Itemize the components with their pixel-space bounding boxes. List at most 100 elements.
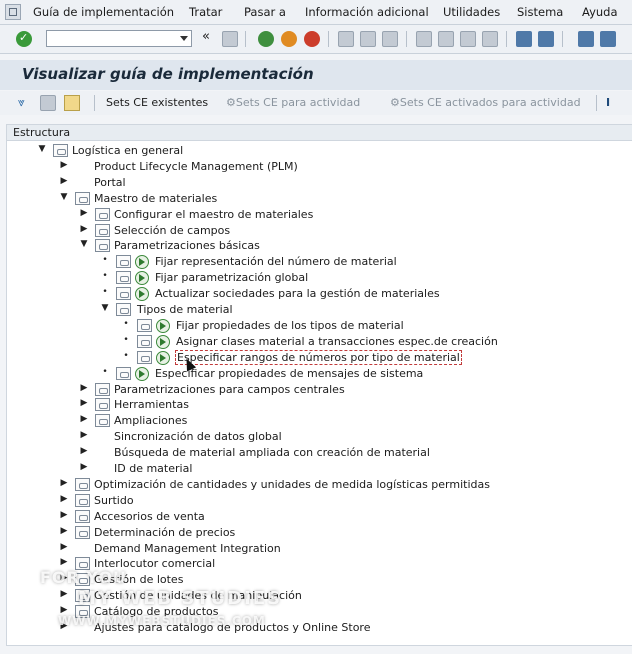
tree-node-label[interactable]: Ajustes para catálogo de productos y Onl…	[94, 621, 370, 634]
new-session-icon[interactable]	[516, 31, 532, 47]
tree-node-label[interactable]: Búsqueda de material ampliada con creaci…	[114, 446, 430, 459]
layout-menu-icon[interactable]	[600, 31, 616, 47]
tree-row[interactable]: • Fijar parametrización global	[7, 270, 632, 286]
double-chevron-left-icon[interactable]: «	[202, 29, 218, 45]
tree-row[interactable]: ▶ Gestión de lotes	[7, 572, 632, 588]
documentation-glasses-icon[interactable]	[75, 525, 90, 539]
tree-row[interactable]: ▶ Interlocutor comercial	[7, 556, 632, 572]
documentation-glasses-icon[interactable]	[75, 573, 90, 587]
documentation-glasses-icon[interactable]	[75, 191, 90, 205]
documentation-glasses-icon[interactable]	[95, 398, 110, 412]
execute-activity-icon[interactable]	[156, 334, 170, 349]
find-icon[interactable]	[360, 31, 376, 47]
collapse-node-icon[interactable]: ▼	[37, 144, 47, 154]
tree-row[interactable]: ▶ Búsqueda de material ampliada con creac…	[7, 445, 632, 461]
documentation-glasses-icon[interactable]	[95, 239, 110, 253]
tree-node-label[interactable]: Interlocutor comercial	[94, 557, 215, 570]
tree-row[interactable]: ▶ Configurar el maestro de materiales	[7, 207, 632, 223]
print-icon[interactable]	[338, 31, 354, 47]
tree-row[interactable]: ▶ Sincronización de datos global	[7, 429, 632, 445]
expand-node-icon[interactable]: ▶	[59, 605, 69, 615]
tree-node-label[interactable]: Actualizar sociedades para la gestión de…	[155, 287, 440, 300]
execute-activity-icon[interactable]	[135, 255, 149, 270]
info-button[interactable]: I	[606, 96, 610, 109]
chevron-down-icon[interactable]	[180, 36, 188, 41]
cancel-icon[interactable]	[304, 31, 320, 47]
documentation-glasses-icon[interactable]	[75, 509, 90, 523]
expand-node-icon[interactable]: ▶	[59, 557, 69, 567]
tree-row[interactable]: ▶ Product Lifecycle Management (PLM)	[7, 159, 632, 175]
documentation-glasses-icon[interactable]	[116, 255, 131, 269]
documentation-glasses-icon[interactable]	[116, 287, 131, 301]
tree-row[interactable]: ▶ Selección de campos	[7, 223, 632, 239]
expand-node-icon[interactable]: ▶	[79, 383, 89, 393]
tree-node-label[interactable]: Selección de campos	[114, 224, 230, 237]
expand-node-icon[interactable]: ▶	[79, 446, 89, 456]
tree-node-label[interactable]: Gestión de lotes	[94, 573, 183, 586]
expand-node-icon[interactable]: ▶	[59, 621, 69, 631]
tree-row[interactable]: • Especificar rangos de números por tipo …	[7, 349, 632, 366]
first-page-icon[interactable]	[416, 31, 432, 47]
help-icon[interactable]	[578, 31, 594, 47]
tree-node-label[interactable]: Especificar rangos de números por tipo d…	[175, 349, 462, 365]
tree-node-label[interactable]: Herramientas	[114, 398, 189, 411]
menu-tratar[interactable]: Tratar	[189, 5, 222, 19]
tree-row[interactable]: • Especificar propiedades de mensajes de …	[7, 366, 632, 382]
expand-node-icon[interactable]: ▶	[59, 526, 69, 536]
tree-node-label[interactable]: Maestro de materiales	[94, 192, 217, 205]
sap-menu-icon[interactable]	[5, 4, 21, 20]
execute-activity-icon[interactable]	[156, 318, 170, 333]
tree-node-label[interactable]: Asignar clases material a transacciones …	[176, 335, 498, 348]
tree-node-label[interactable]: Catálogo de productos	[94, 605, 219, 618]
documentation-glasses-icon[interactable]	[137, 350, 152, 364]
documentation-glasses-icon[interactable]	[116, 271, 131, 285]
documentation-glasses-icon[interactable]	[116, 366, 131, 380]
ce-sets-for-activity-button[interactable]: ⚙Sets CE para actividad	[226, 96, 360, 109]
tree-row[interactable]: ▶ Portal	[7, 175, 632, 191]
tree-node-label[interactable]: Accesorios de venta	[94, 510, 205, 523]
collapse-node-icon[interactable]: ▼	[59, 192, 69, 202]
collapse-node-icon[interactable]: ▼	[100, 303, 110, 313]
documentation-glasses-icon[interactable]	[95, 223, 110, 237]
documentation-glasses-icon[interactable]	[75, 557, 90, 571]
tree-row[interactable]: ▼ Parametrizaciones básicas	[7, 238, 632, 254]
tree-node-label[interactable]: Gestión de unidades de manipulación	[94, 589, 302, 602]
tree-row[interactable]: • Fijar representación del número de mate…	[7, 254, 632, 270]
tree-row[interactable]: ▶ Ajustes para catálogo de productos y On…	[7, 620, 632, 636]
enter-icon[interactable]	[16, 31, 32, 47]
expand-node-icon[interactable]: ▶	[79, 462, 89, 472]
tree-node-label[interactable]: Tipos de material	[137, 303, 233, 316]
tree-row[interactable]: ▶ Optimización de cantidades y unidades d…	[7, 477, 632, 493]
menu-informacion[interactable]: Información adicional	[305, 5, 429, 19]
execute-activity-icon[interactable]	[156, 350, 170, 365]
expand-subtree-icon[interactable]: ⩔	[18, 95, 34, 111]
tree-node-label[interactable]: Parametrizaciones básicas	[114, 239, 260, 252]
expand-node-icon[interactable]: ▶	[59, 478, 69, 488]
menu-utilidades[interactable]: Utilidades	[443, 5, 500, 19]
back-icon[interactable]	[258, 31, 274, 47]
tree-node-label[interactable]: Demand Management Integration	[94, 542, 281, 555]
command-field[interactable]	[46, 30, 192, 47]
documentation-glasses-icon[interactable]	[75, 477, 90, 491]
previous-page-icon[interactable]	[438, 31, 454, 47]
tree-row[interactable]: ▼ Logística en general	[7, 143, 632, 159]
tree-node-label[interactable]: Fijar representación del número de mater…	[155, 255, 397, 268]
tree-row[interactable]: ▶ Demand Management Integration	[7, 541, 632, 557]
tree-row[interactable]: ▶ Gestión de unidades de manipulación	[7, 588, 632, 604]
expand-node-icon[interactable]: ▶	[59, 494, 69, 504]
expand-node-icon[interactable]: ▶	[59, 160, 69, 170]
folder-icon[interactable]	[64, 95, 80, 111]
expand-node-icon[interactable]: ▶	[79, 224, 89, 234]
menu-pasar-a[interactable]: Pasar a	[244, 5, 286, 19]
documentation-glasses-icon[interactable]	[75, 589, 90, 603]
tree-node-label[interactable]: Configurar el maestro de materiales	[114, 208, 313, 221]
documentation-glasses-icon[interactable]	[95, 207, 110, 221]
tree-row[interactable]: ▶ Determinación de precios	[7, 525, 632, 541]
save-icon[interactable]	[222, 31, 238, 47]
tree-row[interactable]: • Actualizar sociedades para la gestión d…	[7, 286, 632, 302]
tree-node-label[interactable]: Logística en general	[72, 144, 183, 157]
tree-node-label[interactable]: Product Lifecycle Management (PLM)	[94, 160, 298, 173]
expand-node-icon[interactable]: ▶	[59, 176, 69, 186]
documentation-glasses-icon[interactable]	[116, 303, 131, 316]
tree-row[interactable]: • Fijar propiedades de los tipos de mater…	[7, 318, 632, 334]
